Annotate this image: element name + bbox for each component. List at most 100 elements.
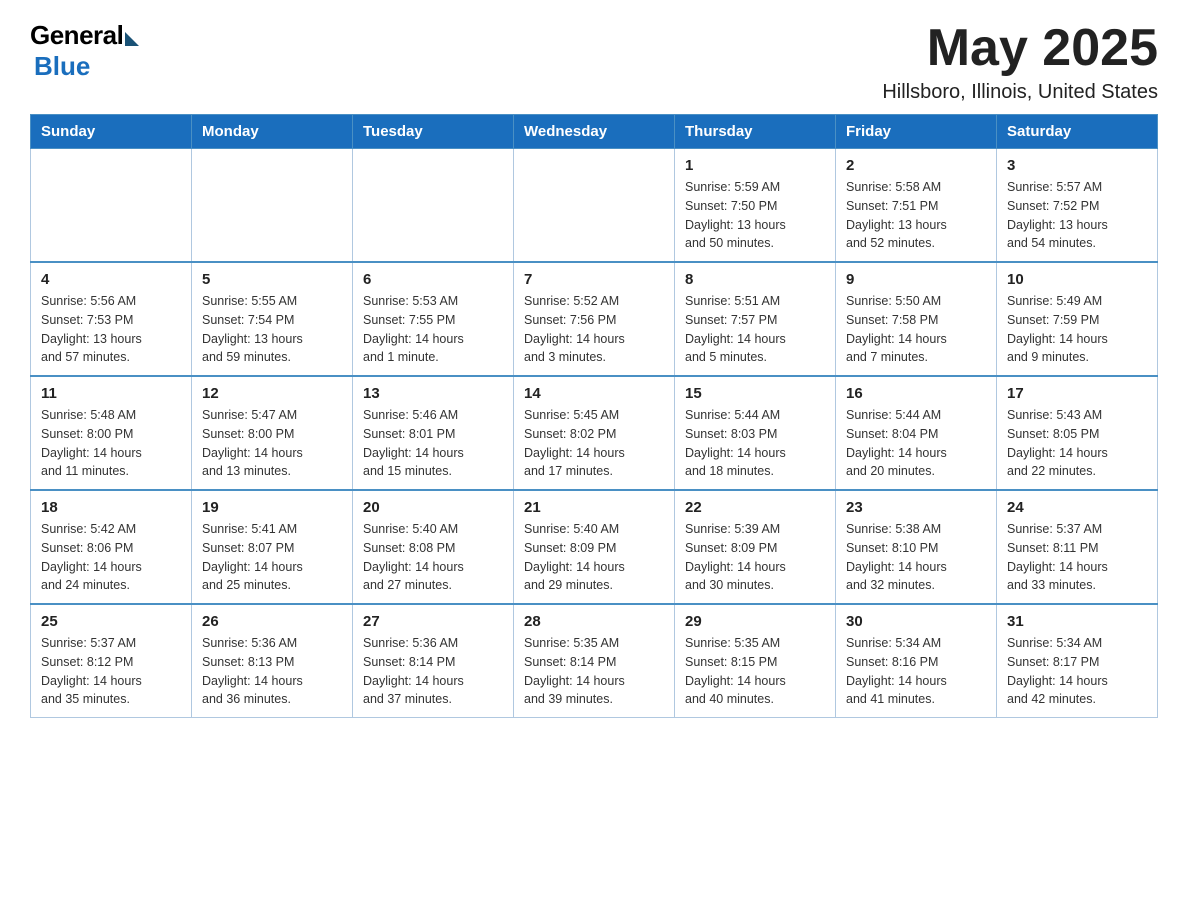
day-number: 28 (524, 613, 664, 630)
calendar-cell: 5Sunrise: 5:55 AM Sunset: 7:54 PM Daylig… (192, 262, 353, 376)
day-number: 15 (685, 385, 825, 402)
calendar-week-row: 25Sunrise: 5:37 AM Sunset: 8:12 PM Dayli… (31, 604, 1158, 718)
calendar-cell: 4 Sunrise: 5:56 AM Sunset: 7:53 PM Daylig… (31, 262, 192, 376)
day-info: Sunrise: 5:51 AM Sunset: 7:57 PM Dayligh… (685, 292, 825, 367)
day-number: 31 (1007, 613, 1147, 630)
calendar-table: SundayMondayTuesdayWednesdayThursdayFrid… (30, 114, 1158, 718)
logo-blue-text: Blue (34, 51, 90, 82)
day-number: 2 (846, 157, 986, 174)
day-info: Sunrise: 5:46 AM Sunset: 8:01 PM Dayligh… (363, 406, 503, 481)
calendar-cell: 31 Sunrise: 5:34 AM Sunset: 8:17 PM Dayli… (997, 604, 1158, 718)
calendar-cell: 25Sunrise: 5:37 AM Sunset: 8:12 PM Dayli… (31, 604, 192, 718)
day-number: 26 (202, 613, 342, 630)
calendar-cell: 29 Sunrise: 5:35 AM Sunset: 8:15 PM Dayli… (675, 604, 836, 718)
page-header: General Blue May 2025 Hillsboro, Illinoi… (30, 20, 1158, 104)
calendar-week-row: 18 Sunrise: 5:42 AM Sunset: 8:06 PM Dayli… (31, 490, 1158, 604)
day-number: 1 (685, 157, 825, 174)
day-info: Sunrise: 5:37 AM Sunset: 8:11 PM Dayligh… (1007, 520, 1147, 595)
calendar-cell (514, 149, 675, 263)
day-number: 8 (685, 271, 825, 288)
weekday-header-monday: Monday (192, 115, 353, 149)
day-number: 12 (202, 385, 342, 402)
day-number: 14 (524, 385, 664, 402)
calendar-cell: 18 Sunrise: 5:42 AM Sunset: 8:06 PM Dayli… (31, 490, 192, 604)
day-number: 5 (202, 271, 342, 288)
calendar-header-row: SundayMondayTuesdayWednesdayThursdayFrid… (31, 115, 1158, 149)
day-info: Sunrise: 5:56 AM Sunset: 7:53 PM Dayligh… (41, 292, 181, 367)
day-info: Sunrise: 5:41 AM Sunset: 8:07 PM Dayligh… (202, 520, 342, 595)
day-info: Sunrise: 5:38 AM Sunset: 8:10 PM Dayligh… (846, 520, 986, 595)
logo-general-text: General (30, 20, 123, 51)
calendar-cell: 22 Sunrise: 5:39 AM Sunset: 8:09 PM Dayli… (675, 490, 836, 604)
day-number: 23 (846, 499, 986, 516)
calendar-week-row: 11 Sunrise: 5:48 AM Sunset: 8:00 PM Dayli… (31, 376, 1158, 490)
calendar-cell: 23 Sunrise: 5:38 AM Sunset: 8:10 PM Dayli… (836, 490, 997, 604)
day-number: 29 (685, 613, 825, 630)
day-number: 10 (1007, 271, 1147, 288)
day-number: 13 (363, 385, 503, 402)
calendar-cell: 3 Sunrise: 5:57 AM Sunset: 7:52 PM Daylig… (997, 149, 1158, 263)
calendar-cell (353, 149, 514, 263)
day-number: 21 (524, 499, 664, 516)
day-info: Sunrise: 5:53 AM Sunset: 7:55 PM Dayligh… (363, 292, 503, 367)
day-info: Sunrise: 5:34 AM Sunset: 8:16 PM Dayligh… (846, 634, 986, 709)
calendar-cell: 27Sunrise: 5:36 AM Sunset: 8:14 PM Dayli… (353, 604, 514, 718)
day-number: 11 (41, 385, 181, 402)
calendar-location: Hillsboro, Illinois, United States (882, 81, 1158, 104)
calendar-cell: 9 Sunrise: 5:50 AM Sunset: 7:58 PM Daylig… (836, 262, 997, 376)
logo-arrow-icon (125, 32, 139, 46)
day-info: Sunrise: 5:58 AM Sunset: 7:51 PM Dayligh… (846, 178, 986, 253)
calendar-cell: 8 Sunrise: 5:51 AM Sunset: 7:57 PM Daylig… (675, 262, 836, 376)
day-info: Sunrise: 5:44 AM Sunset: 8:04 PM Dayligh… (846, 406, 986, 481)
day-number: 4 (41, 271, 181, 288)
day-number: 7 (524, 271, 664, 288)
day-info: Sunrise: 5:36 AM Sunset: 8:13 PM Dayligh… (202, 634, 342, 709)
weekday-header-tuesday: Tuesday (353, 115, 514, 149)
calendar-cell: 21 Sunrise: 5:40 AM Sunset: 8:09 PM Dayli… (514, 490, 675, 604)
day-number: 18 (41, 499, 181, 516)
day-info: Sunrise: 5:57 AM Sunset: 7:52 PM Dayligh… (1007, 178, 1147, 253)
day-info: Sunrise: 5:59 AM Sunset: 7:50 PM Dayligh… (685, 178, 825, 253)
day-info: Sunrise: 5:40 AM Sunset: 8:09 PM Dayligh… (524, 520, 664, 595)
calendar-cell: 1 Sunrise: 5:59 AM Sunset: 7:50 PM Daylig… (675, 149, 836, 263)
day-info: Sunrise: 5:50 AM Sunset: 7:58 PM Dayligh… (846, 292, 986, 367)
day-info: Sunrise: 5:49 AM Sunset: 7:59 PM Dayligh… (1007, 292, 1147, 367)
calendar-title: May 2025 (882, 20, 1158, 77)
day-number: 6 (363, 271, 503, 288)
calendar-cell: 12 Sunrise: 5:47 AM Sunset: 8:00 PM Dayli… (192, 376, 353, 490)
day-info: Sunrise: 5:39 AM Sunset: 8:09 PM Dayligh… (685, 520, 825, 595)
day-info: Sunrise: 5:42 AM Sunset: 8:06 PM Dayligh… (41, 520, 181, 595)
day-info: Sunrise: 5:47 AM Sunset: 8:00 PM Dayligh… (202, 406, 342, 481)
day-number: 17 (1007, 385, 1147, 402)
weekday-header-thursday: Thursday (675, 115, 836, 149)
calendar-cell: 30Sunrise: 5:34 AM Sunset: 8:16 PM Dayli… (836, 604, 997, 718)
day-info: Sunrise: 5:48 AM Sunset: 8:00 PM Dayligh… (41, 406, 181, 481)
calendar-week-row: 1 Sunrise: 5:59 AM Sunset: 7:50 PM Daylig… (31, 149, 1158, 263)
day-number: 9 (846, 271, 986, 288)
calendar-cell: 11 Sunrise: 5:48 AM Sunset: 8:00 PM Dayli… (31, 376, 192, 490)
day-info: Sunrise: 5:34 AM Sunset: 8:17 PM Dayligh… (1007, 634, 1147, 709)
calendar-cell: 16Sunrise: 5:44 AM Sunset: 8:04 PM Dayli… (836, 376, 997, 490)
title-block: May 2025 Hillsboro, Illinois, United Sta… (882, 20, 1158, 104)
day-info: Sunrise: 5:52 AM Sunset: 7:56 PM Dayligh… (524, 292, 664, 367)
calendar-cell: 13 Sunrise: 5:46 AM Sunset: 8:01 PM Dayli… (353, 376, 514, 490)
day-number: 22 (685, 499, 825, 516)
day-number: 19 (202, 499, 342, 516)
weekday-header-wednesday: Wednesday (514, 115, 675, 149)
day-info: Sunrise: 5:44 AM Sunset: 8:03 PM Dayligh… (685, 406, 825, 481)
calendar-cell: 2 Sunrise: 5:58 AM Sunset: 7:51 PM Daylig… (836, 149, 997, 263)
weekday-header-sunday: Sunday (31, 115, 192, 149)
calendar-cell (192, 149, 353, 263)
day-info: Sunrise: 5:35 AM Sunset: 8:15 PM Dayligh… (685, 634, 825, 709)
calendar-cell: 26 Sunrise: 5:36 AM Sunset: 8:13 PM Dayli… (192, 604, 353, 718)
day-number: 24 (1007, 499, 1147, 516)
calendar-cell (31, 149, 192, 263)
calendar-cell: 24 Sunrise: 5:37 AM Sunset: 8:11 PM Dayli… (997, 490, 1158, 604)
logo: General Blue (30, 20, 139, 82)
day-info: Sunrise: 5:40 AM Sunset: 8:08 PM Dayligh… (363, 520, 503, 595)
weekday-header-saturday: Saturday (997, 115, 1158, 149)
day-number: 3 (1007, 157, 1147, 174)
calendar-week-row: 4 Sunrise: 5:56 AM Sunset: 7:53 PM Daylig… (31, 262, 1158, 376)
calendar-cell: 19 Sunrise: 5:41 AM Sunset: 8:07 PM Dayli… (192, 490, 353, 604)
weekday-header-friday: Friday (836, 115, 997, 149)
